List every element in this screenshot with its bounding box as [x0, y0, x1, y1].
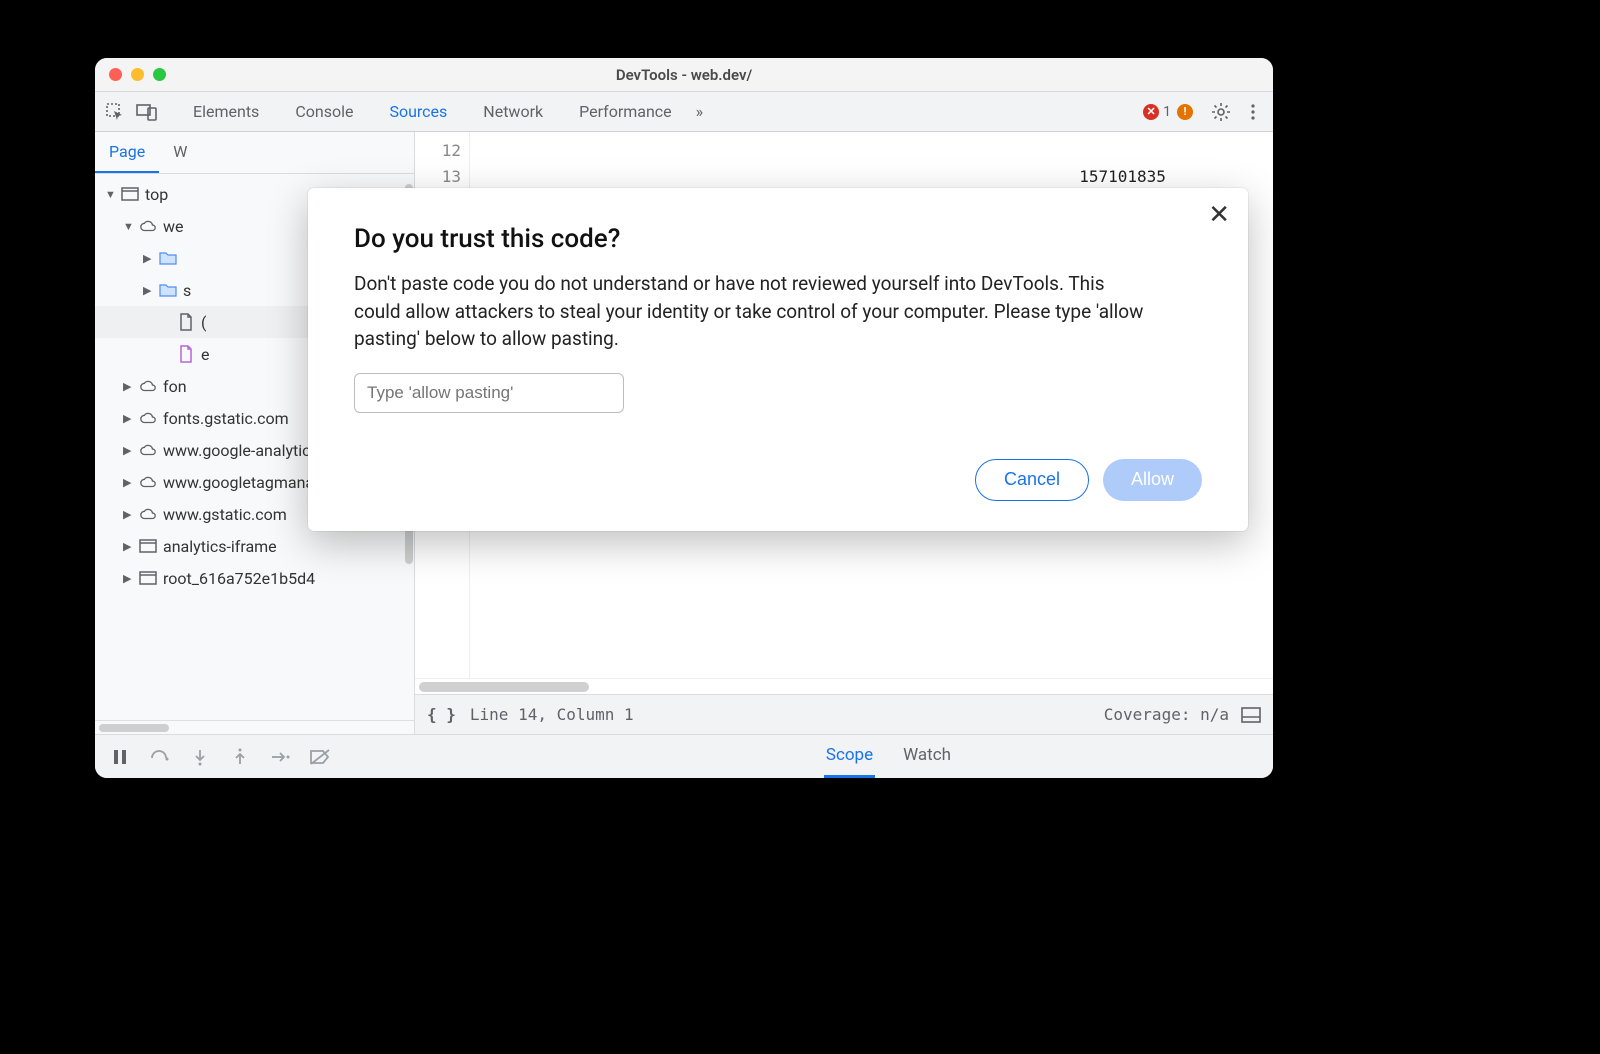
inspect-element-icon[interactable] — [101, 98, 129, 126]
pause-icon[interactable] — [109, 746, 131, 768]
debug-tab-scope[interactable]: Scope — [824, 735, 875, 778]
error-badge[interactable]: ✕1 — [1143, 104, 1171, 120]
tree-node-label: ( — [201, 313, 206, 332]
main-toolbar: Elements Console Sources Network Perform… — [95, 92, 1273, 132]
warning-icon: ! — [1177, 104, 1193, 120]
step-out-icon[interactable] — [229, 746, 251, 768]
tab-network[interactable]: Network — [465, 94, 561, 129]
tree-node-label: e — [201, 345, 209, 364]
kebab-menu-icon[interactable] — [1239, 98, 1267, 126]
tree-node-label: top — [145, 185, 168, 204]
trust-code-dialog: ✕ Do you trust this code? Don't paste co… — [308, 188, 1248, 531]
devtools-window: DevTools - web.dev/ Elements Console Sou… — [95, 58, 1273, 778]
tree-node-label: www.gstatic.com — [163, 505, 287, 524]
file-purple-icon — [177, 345, 195, 363]
pretty-print-icon[interactable]: { } — [427, 705, 456, 724]
dialog-title: Do you trust this code? — [354, 224, 1202, 254]
dialog-body: Don't paste code you do not understand o… — [354, 270, 1154, 353]
step-over-icon[interactable] — [149, 746, 171, 768]
deactivate-breakpoints-icon[interactable] — [309, 746, 331, 768]
cloud-icon — [139, 409, 157, 427]
tree-node-label: www.google-analytics — [163, 441, 319, 460]
cloud-icon — [139, 473, 157, 491]
step-into-icon[interactable] — [189, 746, 211, 768]
editor-status-bar: { } Line 14, Column 1 Coverage: n/a — [415, 694, 1273, 734]
tree-node-label: analytics-iframe — [163, 537, 277, 556]
window-icon — [121, 185, 139, 203]
cloud-icon — [139, 505, 157, 523]
tab-console[interactable]: Console — [277, 94, 371, 129]
folder-icon — [159, 249, 177, 267]
tree-horizontal-scrollbar[interactable] — [95, 720, 414, 734]
more-tabs-button[interactable]: » — [690, 94, 710, 129]
debug-pane-tabs: Scope Watch — [824, 735, 1273, 778]
cloud-icon — [139, 217, 157, 235]
device-toolbar-icon[interactable] — [133, 98, 161, 126]
tree-node-label: s — [183, 281, 191, 300]
panel-tabs: Elements Console Sources Network Perform… — [175, 94, 1139, 129]
debug-tab-watch[interactable]: Watch — [901, 735, 953, 778]
titlebar: DevTools - web.dev/ — [95, 58, 1273, 92]
minimize-window-button[interactable] — [131, 68, 144, 81]
window-icon — [139, 537, 157, 555]
tree-node-label: fonts.gstatic.com — [163, 409, 289, 428]
close-window-button[interactable] — [109, 68, 122, 81]
window-title: DevTools - web.dev/ — [95, 66, 1273, 84]
file-icon — [177, 313, 195, 331]
tree-node-label: www.googletagmanag — [163, 473, 323, 492]
sidebar-toggle-icon[interactable] — [1241, 707, 1261, 723]
code-horizontal-scrollbar[interactable] — [415, 678, 1273, 694]
tree-node-label: root_616a752e1b5d4 — [163, 569, 315, 588]
tab-sources[interactable]: Sources — [371, 94, 465, 129]
tree-node[interactable]: ▶root_616a752e1b5d4 — [95, 562, 414, 594]
error-count: 1 — [1163, 104, 1171, 120]
folder-icon — [159, 281, 177, 299]
allow-pasting-input[interactable] — [354, 373, 624, 413]
tree-node-label: we — [163, 217, 184, 236]
tree-node-label: fon — [163, 377, 187, 396]
tree-node[interactable]: ▶analytics-iframe — [95, 530, 414, 562]
error-icon: ✕ — [1143, 104, 1159, 120]
coverage-label: Coverage: n/a — [1104, 705, 1229, 724]
settings-icon[interactable] — [1207, 98, 1235, 126]
window-icon — [139, 569, 157, 587]
dialog-close-icon[interactable]: ✕ — [1208, 202, 1230, 228]
cloud-icon — [139, 377, 157, 395]
cloud-icon — [139, 441, 157, 459]
allow-button[interactable]: Allow — [1103, 459, 1202, 501]
zoom-window-button[interactable] — [153, 68, 166, 81]
tab-elements[interactable]: Elements — [175, 94, 277, 129]
sidebar-tab-more[interactable]: W — [159, 132, 201, 173]
sidebar-tabs: Page W — [95, 132, 414, 174]
tab-performance[interactable]: Performance — [561, 94, 690, 129]
cancel-button[interactable]: Cancel — [975, 459, 1089, 501]
traffic-lights — [95, 68, 166, 81]
step-icon[interactable] — [269, 746, 291, 768]
cursor-position: Line 14, Column 1 — [470, 705, 634, 724]
sidebar-tab-page[interactable]: Page — [95, 132, 159, 173]
debugger-bar: Scope Watch — [95, 734, 1273, 778]
warning-badge[interactable]: ! — [1177, 104, 1197, 120]
